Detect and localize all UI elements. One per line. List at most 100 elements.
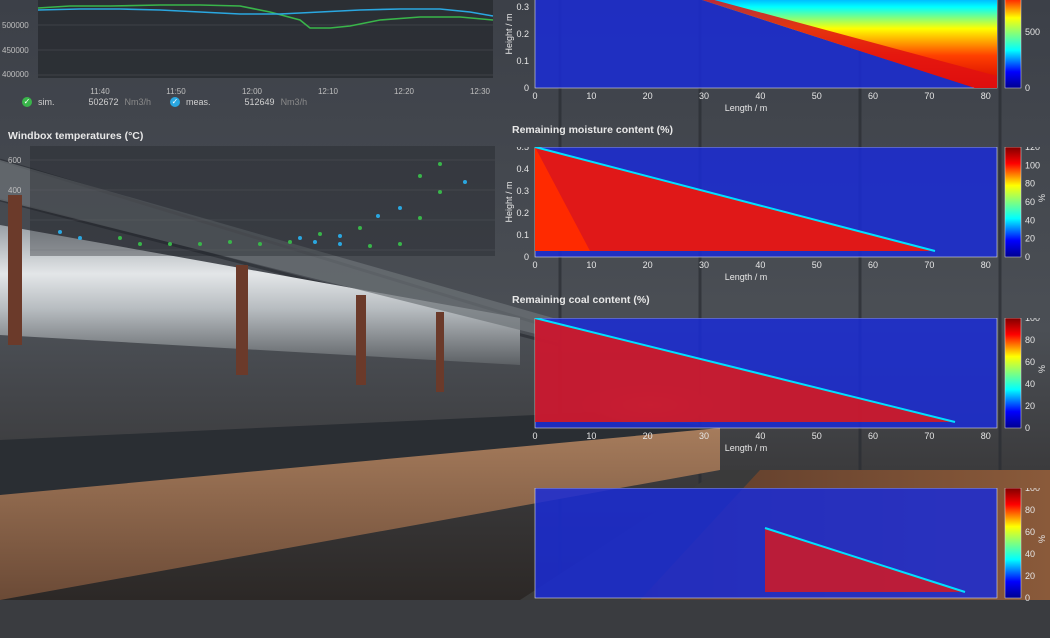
colorbar-unit: % xyxy=(1037,194,1045,202)
colorbar-tick: 80 xyxy=(1025,179,1035,189)
checkmark-icon: ✓ xyxy=(22,97,32,107)
heatmap-ytick: 0.1 xyxy=(516,56,529,66)
heatmap-fourth: 100 80 60 40 20 0% xyxy=(534,488,1045,603)
heatmap-title-coal: Remaining coal content (%) xyxy=(512,294,650,306)
heatmap-ytick: 0.3 xyxy=(516,186,529,196)
colorbar-tick: 120 xyxy=(1025,147,1040,152)
flow-xtick: 12:00 xyxy=(242,87,263,96)
heatmap-ytick: 0 xyxy=(524,83,529,93)
windbox-point xyxy=(258,242,262,246)
colorbar-tick: 500 xyxy=(1025,27,1040,37)
windbox-ytick: 600 xyxy=(8,156,22,165)
heatmap-xtick: 80 xyxy=(981,260,991,270)
flow-xtick: 12:20 xyxy=(394,87,415,96)
windbox-point xyxy=(463,180,467,184)
heatmap-ytick: 0.4 xyxy=(516,164,529,174)
heatmap-xtick: 40 xyxy=(755,431,765,441)
colorbar-tick: 40 xyxy=(1025,215,1035,225)
heatmap-xtick: 0 xyxy=(532,431,537,441)
colorbar-tick: 60 xyxy=(1025,357,1035,367)
heatmap-xtick: 80 xyxy=(981,91,991,101)
heatmap-xlabel: Length / m xyxy=(725,272,768,282)
colorbar-tick: 0 xyxy=(1025,593,1030,603)
heatmap-xtick: 10 xyxy=(586,431,596,441)
heatmap-xtick: 30 xyxy=(699,91,709,101)
windbox-point xyxy=(398,242,402,246)
windbox-point xyxy=(78,236,82,240)
heatmap-xtick: 70 xyxy=(924,91,934,101)
windbox-point xyxy=(58,230,62,234)
legend-sim-unit: Nm3/h xyxy=(124,97,152,107)
heatmap-ytick: 0.2 xyxy=(516,208,529,218)
windbox-point xyxy=(298,236,302,240)
windbox-point xyxy=(438,162,442,166)
windbox-point xyxy=(168,242,172,246)
colorbar-tick: 60 xyxy=(1025,197,1035,207)
colorbar-tick: 0 xyxy=(1025,252,1030,262)
heatmap-colorbar xyxy=(1004,318,1022,429)
legend-sim-label: sim. xyxy=(38,97,55,107)
windbox-point xyxy=(198,242,202,246)
legend-meas-label: meas. xyxy=(186,97,211,107)
heatmap-xtick: 30 xyxy=(699,431,709,441)
heatmap-ylabel: Height / m xyxy=(505,13,514,54)
windbox-point xyxy=(288,240,292,244)
heatmap-xtick: 10 xyxy=(586,260,596,270)
heatmap-ytick: 0.3 xyxy=(516,2,529,12)
heatmap-xtick: 20 xyxy=(643,91,653,101)
flow-ytick: 400000 xyxy=(2,70,29,79)
flow-legend-sim[interactable]: ✓ sim. 502672 Nm3/h xyxy=(22,97,151,107)
heatmap-xtick: 40 xyxy=(755,91,765,101)
heatmap-title-moisture: Remaining moisture content (%) xyxy=(512,124,674,136)
colorbar-tick: 40 xyxy=(1025,549,1035,559)
gas-flow-chart: 500000 450000 400000 11:40 11:50 12:00 12:10 1… xyxy=(2,0,494,96)
colorbar-tick: 0 xyxy=(1025,423,1030,433)
flow-xtick: 11:40 xyxy=(90,87,110,96)
colorbar-tick: 80 xyxy=(1025,335,1035,345)
windbox-point xyxy=(318,232,322,236)
windbox-ytick: 400 xyxy=(8,186,22,195)
colorbar-tick: 0 xyxy=(1025,83,1030,93)
windbox-point xyxy=(368,244,372,248)
colorbar-tick: 80 xyxy=(1025,505,1035,515)
heatmap-xtick: 80 xyxy=(981,431,991,441)
legend-meas-value: 512649 xyxy=(244,97,275,107)
heatmap-xtick: 20 xyxy=(643,260,653,270)
colorbar-tick: 60 xyxy=(1025,527,1035,537)
flow-xtick: 12:30 xyxy=(470,87,491,96)
heatmap-xtick: 20 xyxy=(643,431,653,441)
heatmap-ytick: 0.1 xyxy=(516,230,529,240)
windbox-point xyxy=(313,240,317,244)
windbox-point xyxy=(418,174,422,178)
flow-ytick: 450000 xyxy=(2,46,29,55)
heatmap-xtick: 50 xyxy=(812,91,822,101)
flow-legend-meas[interactable]: ✓ meas. 512649 Nm3/h xyxy=(170,97,307,107)
heatmap-xtick: 50 xyxy=(812,260,822,270)
checkmark-icon: ✓ xyxy=(170,97,180,107)
windbox-point xyxy=(228,240,232,244)
windbox-point xyxy=(138,242,142,246)
heatmap-xtick: 30 xyxy=(699,260,709,270)
colorbar-tick: 100 xyxy=(1025,160,1040,170)
heatmap-xtick: 70 xyxy=(924,260,934,270)
colorbar-tick: 20 xyxy=(1025,234,1035,244)
heatmap-ytick: 0.5 xyxy=(516,147,529,152)
heatmap-xtick: 50 xyxy=(812,431,822,441)
windbox-point xyxy=(376,214,380,218)
heatmap-colorbar xyxy=(1004,147,1022,258)
heatmap-xlabel: Length / m xyxy=(725,103,768,113)
heatmap-temperature: 0.40.30.20.1001020304050607080Length / m… xyxy=(505,0,1040,113)
windbox-chart: 600 400 xyxy=(8,146,495,256)
heatmap-xtick: 10 xyxy=(586,91,596,101)
flow-xtick: 12:10 xyxy=(318,87,339,96)
windbox-point xyxy=(338,234,342,238)
colorbar-tick: 40 xyxy=(1025,379,1035,389)
heatmap-xtick: 60 xyxy=(868,91,878,101)
heatmap-xtick: 0 xyxy=(532,260,537,270)
windbox-point xyxy=(338,242,342,246)
colorbar-tick: 100 xyxy=(1025,488,1040,493)
flow-xtick: 11:50 xyxy=(166,87,186,96)
windbox-point xyxy=(418,216,422,220)
heatmap-moisture: 0.5 0.4 0.3 0.2 0.1 0 0 10 20 30 40 50 60 70 80 Length … xyxy=(505,147,1045,282)
heatmap-ylabel: Height / m xyxy=(505,181,514,222)
